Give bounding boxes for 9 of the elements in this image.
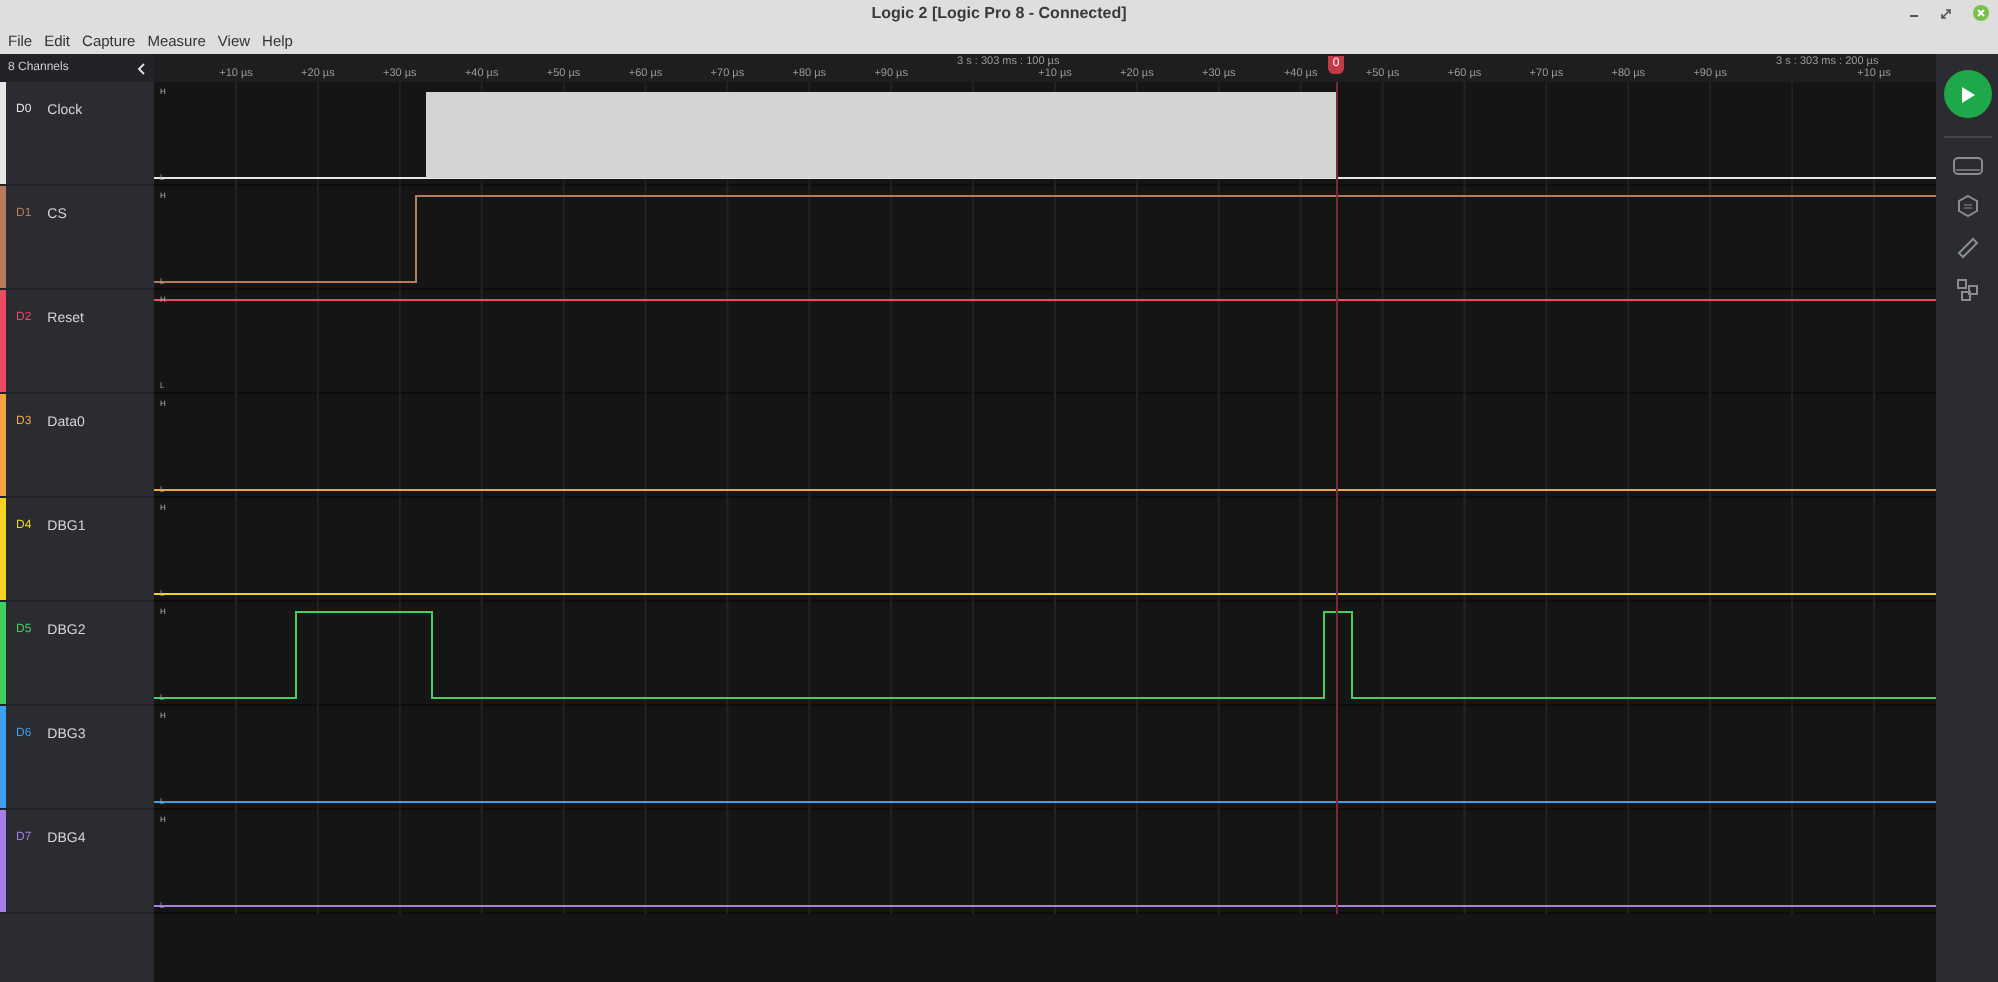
extensions-hexagon-icon[interactable] [1955, 194, 1979, 218]
play-icon [1959, 85, 1975, 103]
window-title: Logic 2 [Logic Pro 8 - Connected] [871, 2, 1127, 26]
start-capture-button[interactable] [1943, 70, 1991, 118]
maximize-icon[interactable] [1940, 7, 1952, 19]
analyzers-icon[interactable] [1951, 156, 1983, 176]
blocks-icon[interactable] [1955, 278, 1979, 302]
collapse-chevron-icon[interactable] [136, 61, 146, 75]
ruler-icon[interactable] [1955, 236, 1979, 260]
